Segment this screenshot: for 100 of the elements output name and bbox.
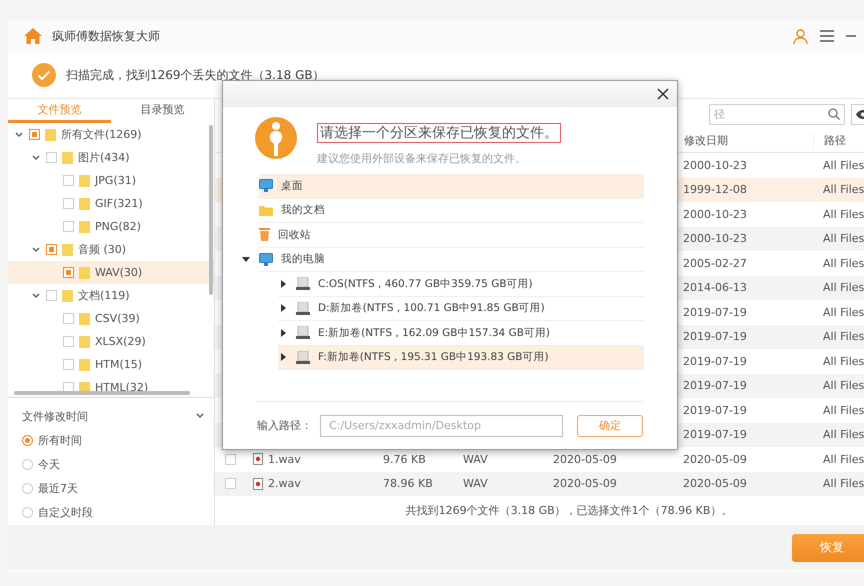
tree-item[interactable]: GIF(321)	[8, 192, 214, 215]
radio[interactable]	[22, 458, 33, 470]
modified-date: 2005-02-27	[683, 256, 747, 270]
location-label: C:OS(NTFS , 460.77 GB中359.75 GB可用)	[318, 276, 533, 291]
tree-item[interactable]: 文档(119)	[8, 284, 214, 307]
caret-right-icon	[280, 304, 286, 312]
tree-label: GIF(321)	[95, 197, 143, 210]
dialog-title: 请选择一个分区来保存已恢复的文件。	[317, 123, 561, 143]
radio-option[interactable]: 今天	[22, 452, 204, 476]
check-circle-icon	[32, 63, 56, 87]
folder-icon	[45, 128, 56, 140]
user-icon	[793, 28, 808, 44]
summary-text: 共找到1269个文件（3.18 GB），已选择文件1个（78.96 KB）。	[406, 503, 732, 518]
tree-item[interactable]: PNG(82)	[8, 215, 214, 238]
tree-item[interactable]: XLSX(29)	[8, 330, 214, 353]
tree-label: 所有文件(1269)	[61, 127, 142, 142]
checkbox[interactable]	[63, 198, 74, 209]
radio-option[interactable]: 最近7天	[22, 476, 204, 500]
chevron-down-icon	[196, 413, 204, 419]
tree-item[interactable]: WAV(30)	[8, 261, 214, 284]
modified-date: 2014-06-13	[683, 281, 747, 294]
location-label: 我的文档	[281, 203, 325, 218]
filter-title: 文件修改时间	[22, 408, 88, 424]
radio-option[interactable]: 所有时间	[22, 428, 204, 452]
modified-date: 2000-10-23	[683, 158, 747, 172]
modified-date: 2019-07-19	[683, 306, 747, 319]
radio[interactable]	[22, 434, 33, 446]
radio[interactable]	[22, 506, 33, 518]
location-item[interactable]: 回收站	[259, 223, 644, 248]
checkbox[interactable]	[46, 244, 57, 255]
scrollbar[interactable]	[209, 125, 213, 295]
caret-right-icon	[280, 328, 286, 337]
close-button[interactable]	[657, 88, 669, 100]
checkbox[interactable]	[29, 129, 40, 140]
tree-item[interactable]: 所有文件(1269)	[8, 123, 214, 146]
file-name: 1.wav	[268, 452, 301, 466]
checkbox[interactable]	[63, 359, 74, 370]
path-field[interactable]: C:/Users/zxxadmin/Desktop	[320, 414, 564, 436]
tree-item[interactable]: 音频 (30)	[8, 238, 214, 261]
file-path: All Files	[823, 256, 864, 270]
table-row[interactable]: 2.wav 78.96 KB WAV 2020-05-09 2020-05-09 All Files	[215, 472, 864, 496]
location-item[interactable]: C:OS(NTFS , 460.77 GB中359.75 GB可用)	[278, 272, 644, 296]
folder-icon	[79, 174, 90, 186]
tab[interactable]: 目录预览	[111, 99, 214, 123]
file-path: All Files	[823, 330, 864, 344]
folder-icon	[62, 290, 73, 302]
checkbox[interactable]	[63, 175, 74, 186]
modified-date: 2020-05-09	[683, 452, 747, 466]
tree-label: 文档(119)	[78, 288, 130, 303]
search-field[interactable]: 径	[709, 104, 845, 124]
location-label: D:新加卷(NTFS , 100.71 GB中91.85 GB可用)	[318, 301, 545, 316]
folder-icon	[79, 336, 90, 348]
app-title: 疯师傅数据恢复大师	[52, 28, 160, 44]
close-icon	[657, 88, 669, 100]
menu-icon	[820, 30, 834, 42]
location-label: 我的电脑	[281, 252, 325, 266]
file-date: 2020-05-09	[553, 452, 617, 466]
caret-right-icon	[280, 280, 286, 288]
radio[interactable]	[22, 482, 33, 494]
tree-label: 图片(434)	[78, 150, 130, 165]
tree-label: XLSX(29)	[95, 335, 146, 348]
dialog-subtitle: 建议您使用外部设备来保存已恢复的文件。	[317, 151, 527, 166]
tree-item[interactable]: HTM(15)	[8, 353, 214, 376]
file-path: All Files	[823, 452, 864, 466]
audio-file-icon	[253, 478, 263, 490]
checkbox[interactable]	[46, 152, 57, 163]
scrollbar[interactable]	[14, 391, 190, 395]
file-path: All Files	[823, 232, 864, 246]
checkbox[interactable]	[63, 221, 74, 232]
file-path: All Files	[823, 379, 864, 392]
location-item[interactable]: D:新加卷(NTFS , 100.71 GB中91.85 GB可用)	[278, 296, 644, 321]
minimize-icon	[846, 35, 856, 37]
checkbox[interactable]	[63, 313, 74, 324]
checkbox[interactable]	[63, 336, 74, 347]
tree-label: HTML(32)	[95, 381, 148, 394]
checkbox[interactable]	[225, 478, 236, 490]
location-item[interactable]: F:新加卷(NTFS , 195.31 GB中193.83 GB可用)	[278, 346, 644, 370]
column-header[interactable]: 路径	[813, 133, 864, 148]
file-path: All Files	[823, 404, 864, 417]
checkbox[interactable]	[46, 290, 57, 301]
monitor-icon	[259, 179, 273, 192]
drive-icon	[296, 302, 310, 315]
location-item[interactable]: 桌面	[259, 174, 644, 198]
location-label: E:新加卷(NTFS , 162.09 GB中157.34 GB可用)	[318, 326, 550, 340]
location-item[interactable]: 我的电脑	[259, 248, 644, 272]
modified-date: 2019-07-19	[683, 330, 747, 344]
tree-item[interactable]: CSV(39)	[8, 307, 214, 330]
folder-icon	[79, 198, 90, 210]
radio-option[interactable]: 自定义时段	[22, 500, 204, 524]
checkbox[interactable]	[225, 454, 236, 465]
audio-file-icon	[253, 453, 263, 466]
tree-item[interactable]: JPG(31)	[8, 169, 214, 192]
logo-icon	[255, 117, 297, 159]
tree-item[interactable]: 图片(434)	[8, 146, 214, 169]
location-item[interactable]: 我的文档	[259, 198, 644, 223]
tree-label: WAV(30)	[95, 266, 142, 279]
checkbox[interactable]	[63, 267, 74, 278]
file-path: All Files	[823, 158, 864, 172]
tree-label: JPG(31)	[95, 174, 136, 187]
search-icon	[828, 108, 840, 120]
